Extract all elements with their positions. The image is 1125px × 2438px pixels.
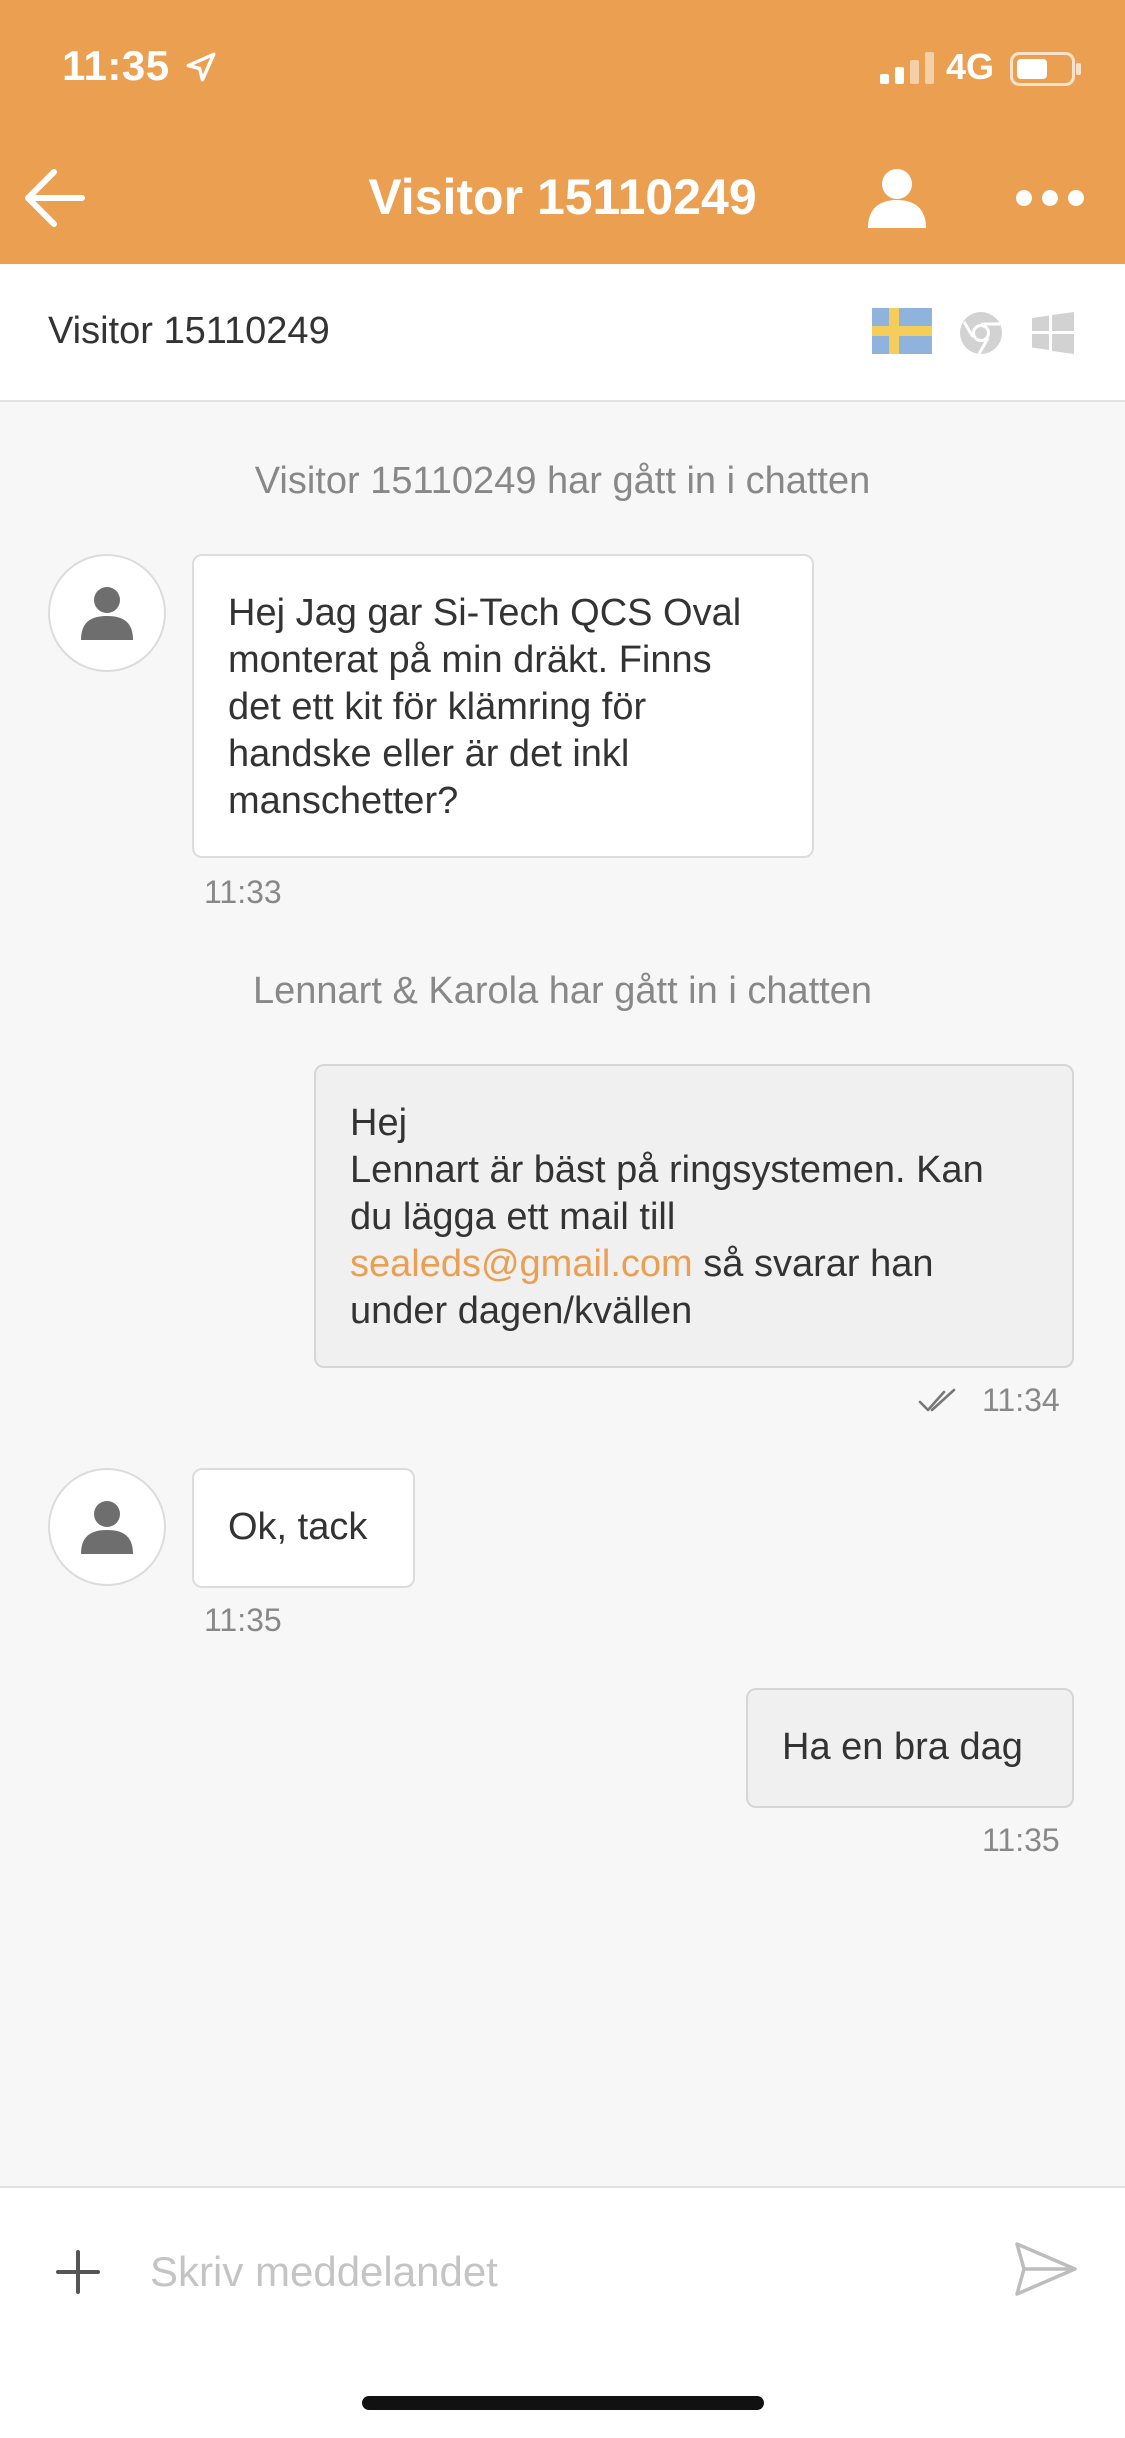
location-arrow-icon bbox=[186, 52, 216, 82]
page-title: Visitor 15110249 bbox=[368, 169, 757, 225]
app-header: 11:35 4G Visitor 15110249 bbox=[0, 0, 1125, 264]
message-text-line: du lägga ett mail till bbox=[350, 1196, 676, 1238]
message-text-line: Hej bbox=[350, 1102, 408, 1144]
status-time: 11:35 bbox=[62, 42, 170, 89]
message-text-line: sealeds@gmail.com så svarar han bbox=[350, 1241, 1038, 1288]
visitor-avatar bbox=[48, 554, 166, 672]
sweden-flag-icon bbox=[872, 308, 932, 354]
message-text-line: Lennart är bäst på ringsystemen. Kan bbox=[350, 1149, 984, 1191]
send-icon[interactable] bbox=[1014, 2240, 1078, 2298]
message-text-line: manschetter? bbox=[228, 780, 459, 822]
cellular-signal-icon bbox=[880, 52, 934, 84]
message-timestamp: 11:34 bbox=[982, 1382, 1060, 1418]
visitor-name: Visitor 15110249 bbox=[48, 310, 330, 352]
message-timestamp: 11:35 bbox=[204, 1602, 282, 1638]
message-text-line: Hej Jag gar Si-Tech QCS Oval bbox=[228, 592, 742, 634]
message-text-line: under dagen/kvällen bbox=[350, 1290, 693, 1332]
user-silhouette-icon bbox=[81, 587, 133, 640]
home-indicator bbox=[362, 2396, 764, 2410]
outgoing-message-bubble: Hej Lennart är bäst på ringsystemen. Kan… bbox=[314, 1064, 1074, 1368]
incoming-message-bubble: Hej Jag gar Si-Tech QCS Oval monterat på… bbox=[192, 554, 814, 858]
message-text-fragment: så svarar han bbox=[692, 1243, 934, 1285]
more-options-icon[interactable] bbox=[1010, 180, 1090, 216]
message-timestamp: 11:33 bbox=[204, 874, 282, 910]
system-message: Lennart & Karola har gått in i chatten bbox=[253, 970, 872, 1012]
user-silhouette-icon bbox=[81, 1501, 133, 1554]
chrome-browser-icon bbox=[960, 312, 1002, 355]
windows-os-icon bbox=[1032, 312, 1074, 354]
message-text-line: monterat på min dräkt. Finns bbox=[228, 639, 712, 681]
battery-icon bbox=[1010, 52, 1081, 86]
message-text-line: det ett kit för klämring för bbox=[228, 686, 647, 728]
network-type: 4G bbox=[946, 46, 995, 87]
system-message: Visitor 15110249 har gått in i chatten bbox=[254, 460, 871, 502]
message-input[interactable] bbox=[148, 2236, 952, 2308]
plus-icon[interactable] bbox=[56, 2250, 100, 2294]
message-text-line: handske eller är det inkl bbox=[228, 733, 630, 775]
person-icon[interactable] bbox=[864, 164, 930, 230]
outgoing-message-bubble: Ha en bra dag bbox=[746, 1688, 1074, 1808]
visitor-info-bar: Visitor 15110249 bbox=[0, 264, 1125, 402]
message-text: Ha en bra dag bbox=[782, 1726, 1023, 1768]
message-timestamp: 11:35 bbox=[982, 1822, 1060, 1858]
double-check-icon bbox=[918, 1388, 956, 1412]
message-text: Ok, tack bbox=[228, 1506, 368, 1548]
incoming-message-bubble: Ok, tack bbox=[192, 1468, 415, 1588]
email-link[interactable]: sealeds@gmail.com bbox=[350, 1243, 693, 1285]
visitor-avatar bbox=[48, 1468, 166, 1586]
